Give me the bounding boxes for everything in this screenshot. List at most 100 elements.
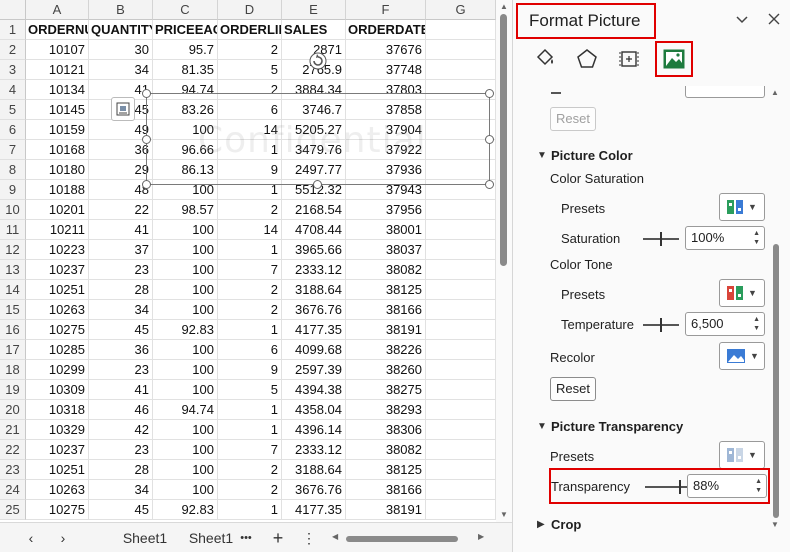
table-cell[interactable]: 10188 xyxy=(26,180,89,200)
table-cell[interactable]: 10180 xyxy=(26,160,89,180)
table-cell[interactable]: 22 xyxy=(89,200,153,220)
table-cell[interactable] xyxy=(426,300,496,320)
table-cell[interactable]: 4396.14 xyxy=(282,420,346,440)
row-header[interactable]: 20 xyxy=(0,400,26,420)
more-sheets-icon[interactable]: ••• xyxy=(236,523,256,552)
picture-color-header[interactable]: Picture Color xyxy=(551,148,633,163)
table-cell[interactable] xyxy=(426,40,496,60)
table-cell[interactable]: 100 xyxy=(153,360,218,380)
table-cell[interactable]: 1 xyxy=(218,320,282,340)
spin-up-icon[interactable]: ▲ xyxy=(753,230,760,238)
table-cell[interactable] xyxy=(426,380,496,400)
table-cell[interactable]: 1 xyxy=(218,240,282,260)
column-header-b[interactable]: B xyxy=(89,0,153,20)
table-cell[interactable]: 30 xyxy=(89,40,153,60)
table-cell[interactable]: 38191 xyxy=(346,500,426,520)
table-cell[interactable]: 92.83 xyxy=(153,500,218,520)
table-cell[interactable]: 10329 xyxy=(26,420,89,440)
table-cell[interactable] xyxy=(426,460,496,480)
table-cell[interactable]: 46 xyxy=(89,400,153,420)
row-header[interactable]: 8 xyxy=(0,160,26,180)
pane-scroll-thumb[interactable] xyxy=(773,244,779,518)
saturation-presets-dropdown[interactable]: ▼ xyxy=(719,193,765,221)
table-cell[interactable]: 3965.66 xyxy=(282,240,346,260)
table-cell[interactable]: 2 xyxy=(218,200,282,220)
table-cell[interactable]: 92.83 xyxy=(153,320,218,340)
table-cell[interactable]: 100 xyxy=(153,440,218,460)
table-cell[interactable]: 10201 xyxy=(26,200,89,220)
table-cell[interactable]: 36 xyxy=(89,340,153,360)
table-cell[interactable]: 37676 xyxy=(346,40,426,60)
table-cell[interactable]: 94.74 xyxy=(153,400,218,420)
table-cell[interactable]: 3676.76 xyxy=(282,480,346,500)
temperature-input[interactable]: 6,500 ▲ ▼ xyxy=(685,312,765,336)
resize-handle-bottom-left[interactable] xyxy=(142,180,151,189)
table-cell[interactable]: 7 xyxy=(218,260,282,280)
table-cell[interactable]: 38191 xyxy=(346,320,426,340)
table-cell[interactable]: 2333.12 xyxy=(282,260,346,280)
picture-transparency-collapse-icon[interactable]: ▼ xyxy=(537,421,547,432)
table-cell[interactable]: 38001 xyxy=(346,220,426,240)
row-header[interactable]: 19 xyxy=(0,380,26,400)
header-cell[interactable]: ORDERLIN xyxy=(218,20,282,40)
table-cell[interactable]: 10263 xyxy=(26,480,89,500)
table-cell[interactable]: 4177.35 xyxy=(282,320,346,340)
saturation-slider-knob[interactable] xyxy=(660,232,662,246)
header-cell[interactable] xyxy=(426,20,496,40)
effects-tab[interactable] xyxy=(571,42,603,76)
table-cell[interactable] xyxy=(426,200,496,220)
table-cell[interactable]: 100 xyxy=(153,340,218,360)
table-cell[interactable] xyxy=(426,420,496,440)
table-cell[interactable]: 7 xyxy=(218,440,282,460)
temperature-slider[interactable] xyxy=(643,318,679,332)
table-cell[interactable]: 28 xyxy=(89,460,153,480)
table-cell[interactable]: 38166 xyxy=(346,480,426,500)
table-cell[interactable]: 2 xyxy=(218,40,282,60)
next-sheet-icon[interactable]: › xyxy=(54,523,72,552)
row-header[interactable]: 2 xyxy=(0,40,26,60)
table-cell[interactable]: 38082 xyxy=(346,440,426,460)
row-header[interactable]: 6 xyxy=(0,120,26,140)
table-cell[interactable]: 10318 xyxy=(26,400,89,420)
table-cell[interactable] xyxy=(426,400,496,420)
row-header[interactable]: 23 xyxy=(0,460,26,480)
resize-handle-bottom-right[interactable] xyxy=(485,180,494,189)
table-cell[interactable]: 10285 xyxy=(26,340,89,360)
table-cell[interactable] xyxy=(426,360,496,380)
column-header-g[interactable]: G xyxy=(426,0,496,20)
table-cell[interactable]: 100 xyxy=(153,420,218,440)
crop-header[interactable]: Crop xyxy=(551,517,581,532)
table-cell[interactable]: 100 xyxy=(153,460,218,480)
table-cell[interactable]: 9 xyxy=(218,360,282,380)
saturation-slider[interactable] xyxy=(643,232,679,246)
close-icon[interactable] xyxy=(767,12,781,30)
table-cell[interactable]: 23 xyxy=(89,260,153,280)
size-properties-tab[interactable] xyxy=(613,42,645,76)
table-cell[interactable]: 1 xyxy=(218,500,282,520)
table-cell[interactable]: 28 xyxy=(89,280,153,300)
table-cell[interactable]: 10121 xyxy=(26,60,89,80)
table-cell[interactable]: 2 xyxy=(218,300,282,320)
row-header[interactable]: 12 xyxy=(0,240,26,260)
table-cell[interactable]: 2597.39 xyxy=(282,360,346,380)
table-cell[interactable]: 100 xyxy=(153,280,218,300)
header-cell[interactable]: SALES xyxy=(282,20,346,40)
transparency-input[interactable]: 88% ▲ ▼ xyxy=(687,474,767,498)
column-header-a[interactable]: A xyxy=(26,0,89,20)
table-cell[interactable]: 10309 xyxy=(26,380,89,400)
horizontal-scroll-thumb[interactable] xyxy=(346,536,458,542)
column-header-e[interactable]: E xyxy=(282,0,346,20)
sheet-tab-1[interactable]: Sheet1 xyxy=(114,523,176,552)
table-cell[interactable]: 34 xyxy=(89,480,153,500)
select-all-corner[interactable] xyxy=(0,0,26,20)
pane-scroll-down-icon[interactable]: ▼ xyxy=(771,520,779,529)
table-cell[interactable]: 95.7 xyxy=(153,40,218,60)
row-header[interactable]: 22 xyxy=(0,440,26,460)
table-cell[interactable]: 10263 xyxy=(26,300,89,320)
resize-handle-top-left[interactable] xyxy=(142,89,151,98)
picture-tab[interactable] xyxy=(655,41,693,77)
table-cell[interactable]: 10237 xyxy=(26,260,89,280)
scroll-up-icon[interactable]: ▲ xyxy=(499,2,509,11)
horizontal-scrollbar[interactable]: ◀ ▶ xyxy=(326,532,500,543)
row-header[interactable]: 10 xyxy=(0,200,26,220)
